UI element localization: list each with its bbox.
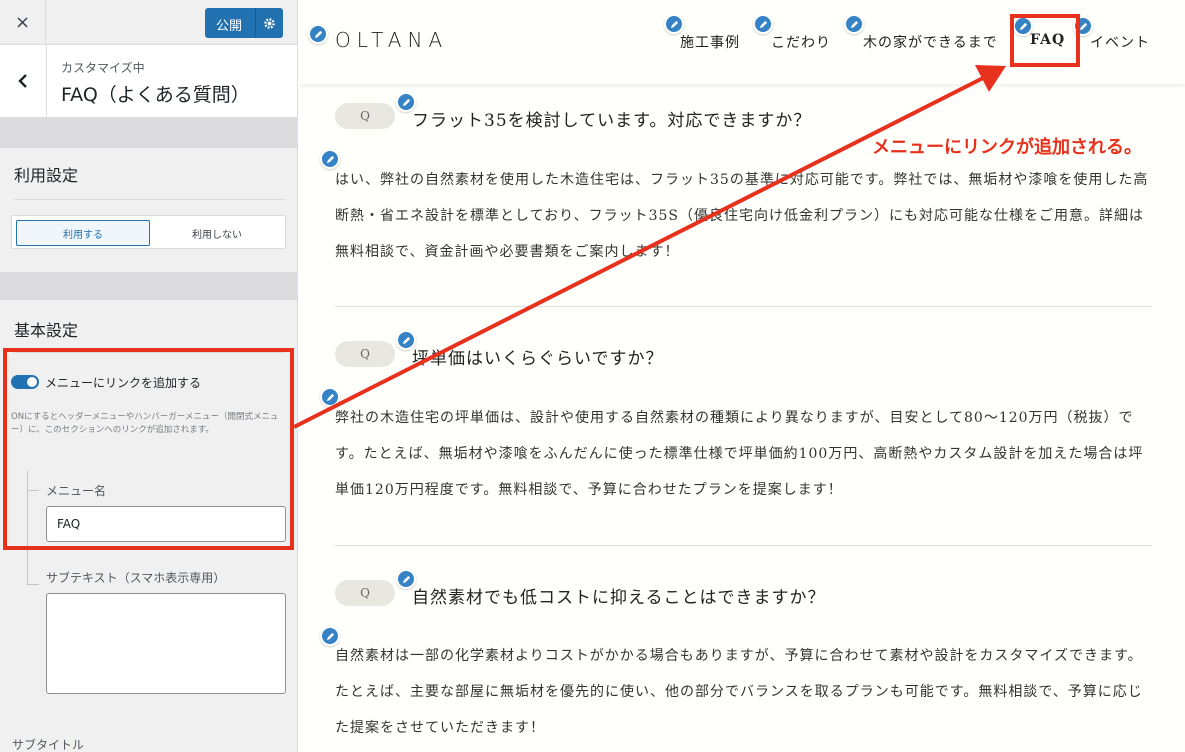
section-title: FAQ（よくある質問） — [61, 84, 250, 106]
q-badge: Q — [335, 341, 395, 367]
divider — [335, 545, 1152, 546]
faq-answer: 自然素材は一部の化学素材よりコストがかかる場合もありますが、予算に合わせて素材や… — [335, 648, 1143, 736]
subtext-textarea[interactable] — [46, 593, 286, 694]
section-header: カスタマイズ中 FAQ（よくある質問） — [0, 45, 297, 118]
breadcrumb: カスタマイズ中 — [61, 61, 145, 75]
close-icon[interactable]: × — [0, 0, 46, 45]
edit-pencil-icon[interactable] — [664, 14, 684, 34]
edit-pencil-icon[interactable] — [753, 14, 773, 34]
subtext-label: サブテキスト（スマホ表示専用） — [46, 571, 226, 585]
divider-band — [0, 272, 297, 300]
divider — [335, 306, 1152, 307]
faq-answer: 弊社の木造住宅の坪単価は、設計や使用する自然素材の種類により異なりますが、目安と… — [335, 410, 1144, 498]
gear-icon[interactable] — [255, 8, 283, 38]
nav-item-process[interactable]: 木の家ができるまで — [863, 32, 998, 52]
highlight-box — [3, 348, 294, 550]
back-arrow-icon[interactable] — [0, 45, 47, 117]
nav-item-works[interactable]: 施工事例 — [680, 32, 740, 52]
use-option-button[interactable]: 利用する — [16, 220, 150, 246]
faq-question: 自然素材でも低コストに抑えることはできますか？ — [412, 588, 826, 608]
nav-item-commitment[interactable]: こだわり — [771, 32, 831, 52]
edit-pencil-icon[interactable] — [844, 14, 864, 34]
annotation-text: メニューにリンクが追加される。 — [872, 137, 1142, 158]
tree-line — [27, 584, 39, 585]
edit-pencil-icon[interactable] — [308, 24, 328, 44]
customizer-topbar: × 公開 — [0, 0, 297, 45]
faq-question: フラット35を検討しています。対応できますか？ — [412, 111, 812, 131]
divider-band — [0, 118, 297, 148]
nav-item-event[interactable]: イベント — [1090, 32, 1150, 52]
faq-answer: はい、弊社の自然素材を使用した木造住宅は、フラット35の基準に対応可能です。弊社… — [335, 172, 1149, 260]
q-badge: Q — [335, 103, 395, 129]
divider — [14, 199, 286, 200]
q-badge: Q — [335, 580, 395, 606]
no-use-option-button[interactable]: 利用しない — [152, 220, 282, 246]
faq-question: 坪単価はいくらぐらいですか？ — [412, 349, 664, 369]
customizer-sidebar: × 公開 カスタマイズ中 FAQ（よくある質問） 利用設定 利用する 利用しない… — [0, 0, 298, 752]
logo-wordmark: OLTANA — [335, 28, 448, 52]
publish-button[interactable]: 公開 — [205, 8, 283, 38]
site-logo[interactable]: OLTANA — [335, 28, 475, 56]
basic-settings-title: 基本設定 — [14, 321, 79, 340]
site-preview: OLTANA 施工事例 こだわり 木の家ができるまで FAQ イベント Q フラ… — [299, 0, 1185, 752]
svg-text:OLTANA: OLTANA — [335, 29, 448, 51]
site-header: OLTANA 施工事例 こだわり 木の家ができるまで FAQ イベント — [299, 0, 1185, 84]
highlight-box — [1010, 14, 1080, 67]
usage-title: 利用設定 — [14, 166, 79, 185]
usage-toggle-group: 利用する 利用しない — [11, 215, 286, 249]
publish-label: 公開 — [216, 19, 243, 34]
subtitle-label: サブタイトル — [12, 738, 85, 752]
